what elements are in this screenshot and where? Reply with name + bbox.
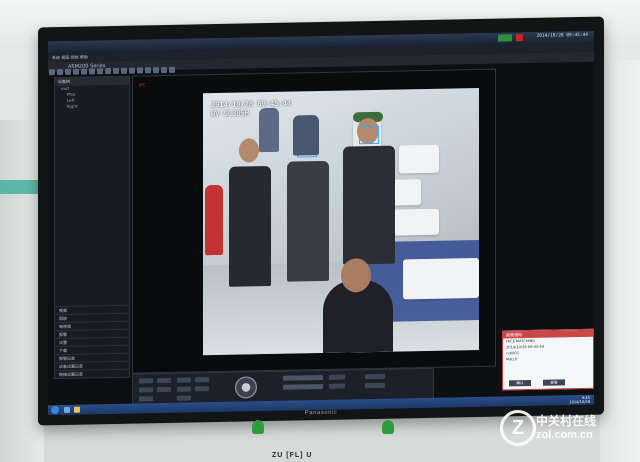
sidebar-menu-item[interactable]: 网络设置日志	[55, 368, 129, 379]
watermark: Z 中关村在线 zol.com.cn	[500, 410, 630, 450]
toolbar-icon[interactable]	[57, 68, 63, 76]
ptz-button[interactable]	[195, 386, 209, 392]
ptz-button[interactable]	[177, 386, 191, 392]
taskbar-date: 2014/10/28	[569, 399, 590, 405]
video-osd: 2014/10/28 09:45:44 WV-SC385H	[211, 100, 291, 120]
plant-leaf	[382, 420, 394, 434]
toolbar-icon[interactable]	[121, 67, 127, 74]
alarm-view-button[interactable]: 查看	[543, 379, 565, 386]
ptz-button[interactable]	[329, 383, 345, 389]
right-wall	[600, 60, 640, 462]
toolbar-icon[interactable]	[161, 66, 167, 74]
ptz-button[interactable]	[157, 377, 171, 384]
person-jacket	[287, 160, 329, 282]
sidebar-menu: 视频 回放 电视墙 报警 设置 下载 报警日志 设备设置日志 网络设置日志	[55, 304, 129, 379]
live-button[interactable]	[498, 34, 512, 42]
clock: 2014/10/28 09:45:44	[536, 32, 588, 39]
tree-item[interactable]: Right	[55, 103, 129, 110]
osd-datetime: 2014/10/28 09:45:44	[211, 99, 292, 110]
alarm-popup: 报警通知 FACE MATCHING 2014/10/28 09:45:44 c…	[502, 328, 594, 391]
toolbar-icon[interactable]	[145, 67, 151, 74]
osd-camera: WV-SC385H	[211, 109, 249, 119]
video-panel: IPC 2014/10/28 09:45:44 WV-SC385H	[132, 68, 496, 374]
window-title: ASM200 Series	[68, 63, 106, 70]
alarm-line: Match	[506, 357, 517, 362]
ptz-button[interactable]	[329, 374, 345, 380]
preset-select[interactable]	[283, 374, 323, 381]
person-suit	[229, 165, 271, 287]
ptz-button[interactable]	[139, 378, 153, 384]
toolbar-icon[interactable]	[153, 67, 159, 74]
toolbar-icon[interactable]	[49, 69, 55, 76]
browser-icon[interactable]	[64, 406, 70, 413]
ptz-button[interactable]	[139, 387, 153, 393]
start-button[interactable]	[51, 406, 59, 415]
preset-select[interactable]	[283, 383, 323, 390]
camera-feed[interactable]: 2014/10/28 09:45:44 WV-SC385H	[203, 87, 479, 356]
person-red	[205, 184, 223, 256]
ptz-button[interactable]	[365, 373, 385, 380]
tv-monitor: 2014/10/28 09:45:44 系统 视图 控制 帮助 ASM200 S…	[38, 16, 604, 426]
watermark-site-cn: 中关村在线	[536, 414, 597, 428]
wall-text: ZU [FL] U	[272, 452, 313, 459]
toolbar-icon[interactable]	[105, 68, 111, 75]
person-lanyard	[343, 145, 395, 265]
white-sofa	[403, 257, 479, 300]
taskbar-clock: 9:45 2014/10/28	[569, 396, 590, 404]
ptz-joystick[interactable]	[235, 376, 257, 399]
device-sidebar: 设备树 root Pfsa Left Right 视频 回放 电视墙 报警 设置…	[54, 75, 130, 380]
alarm-confirm-button[interactable]: 确认	[509, 379, 531, 387]
ptz-button[interactable]	[157, 386, 171, 393]
face-detection-box	[359, 125, 379, 145]
folder-icon[interactable]	[74, 406, 80, 413]
alarm-indicator-icon[interactable]	[516, 34, 523, 42]
watermark-logo: Z	[500, 410, 536, 446]
ptz-button[interactable]	[195, 377, 209, 383]
wall-accent-stripe	[0, 180, 40, 194]
vms-screen: 2014/10/28 09:45:44 系统 视图 控制 帮助 ASM200 S…	[48, 30, 594, 416]
toolbar-icon[interactable]	[113, 67, 119, 74]
watermark-url: zol.com.cn	[536, 429, 593, 441]
toolbar-icon[interactable]	[169, 66, 175, 73]
plant-leaf	[252, 420, 264, 434]
toolbar-icon[interactable]	[137, 67, 143, 74]
toolbar-icon[interactable]	[129, 67, 135, 74]
person-background	[293, 115, 319, 156]
camera-label: IPC	[139, 82, 146, 88]
ptz-button[interactable]	[177, 377, 191, 383]
ptz-button[interactable]	[139, 396, 153, 402]
person-head	[239, 138, 259, 163]
ptz-button[interactable]	[365, 382, 385, 389]
ptz-button[interactable]	[177, 395, 191, 401]
white-sofa	[399, 144, 439, 174]
